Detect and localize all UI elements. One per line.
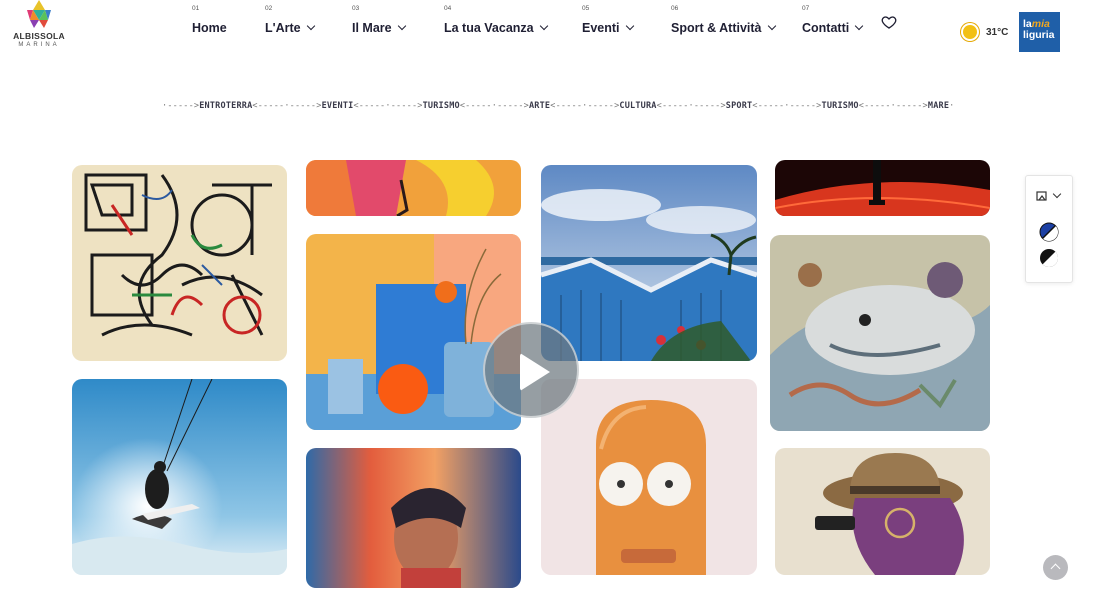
chevron-down-icon [1052,189,1062,199]
gallery-tile-still-life[interactable] [306,234,521,430]
gallery-tile-beach-cabins[interactable] [541,165,757,361]
purple-hat-character-image [775,448,990,575]
nav-number: 02 [265,5,273,12]
gallery-tile-red-figure[interactable] [775,160,990,216]
contrast-dark-icon[interactable] [1039,248,1059,268]
orange-character-image [541,379,757,575]
chevron-down-icon [767,21,776,31]
nav-number: 06 [671,5,679,12]
nav-number: 03 [352,5,360,12]
ticker-item[interactable]: TURISMO [423,101,460,111]
ticker-item[interactable]: TURISMO [822,101,859,111]
fashion-yellow-image [306,160,521,216]
gallery-tile-hat-character[interactable] [775,448,990,575]
nav-number: 04 [444,5,452,12]
scroll-to-top-button[interactable] [1043,555,1068,580]
ticker-item[interactable]: ENTROTERRA [199,101,252,111]
chevron-down-icon [854,21,864,31]
ticker-item[interactable]: CULTURA [619,101,656,111]
chevron-down-icon [539,21,548,31]
partner-liguria: liguria [1023,29,1055,41]
nav-label: Contatti [802,21,850,35]
nav-label: Sport & Attività [671,21,762,35]
brand-name: ALBISSOLA [13,31,65,41]
ticker-item[interactable]: EVENTI [322,101,354,111]
gallery-tile-kitesurfer[interactable] [72,379,287,575]
nav-number: 05 [582,5,590,12]
ticker-item[interactable]: ARTE [529,101,550,111]
chevron-down-icon [306,21,315,31]
category-ticker: ·-----> ENTROTERRA <-----·-----> EVENTI … [162,101,955,111]
sea-mural-image [770,235,990,431]
nav-label: La tua Vacanza [444,21,534,35]
gallery-tile-sea-mural[interactable] [770,235,990,431]
ticker-item[interactable]: SPORT [726,101,753,111]
accessibility-icon [1036,191,1047,201]
nav-number: 07 [802,5,810,12]
logo-text: ALBISSOLA MARINA [10,32,68,50]
nav-label: Il Mare [352,21,392,35]
beach-cabins-image [541,165,757,361]
gallery-tile-fashion[interactable] [306,160,521,216]
contrast-dark-blue-icon[interactable] [1039,222,1059,242]
accessibility-widget [1025,175,1073,283]
chevron-down-icon [625,21,634,31]
site-logo[interactable]: ALBISSOLA MARINA [10,0,68,52]
brand-sub: MARINA [18,42,60,48]
logo-mark-icon [27,0,51,28]
ticker-item[interactable]: MARE [928,101,949,111]
nav-label: Eventi [582,21,620,35]
gallery-tile-portrait[interactable] [306,448,521,588]
nav-label: Home [192,21,227,35]
chevron-down-icon [397,21,406,31]
pastel-still-life-image [306,234,521,430]
nav-label: L'Arte [265,21,301,35]
abstract-painting-image [72,165,287,361]
blurred-portrait-image [306,448,521,588]
temperature: 31°C [986,26,1009,38]
gallery-tile-abstract-painting[interactable] [72,165,287,361]
gallery-tile-orange-character[interactable] [541,379,757,575]
accessibility-toggle[interactable] [1036,188,1066,204]
heart-icon[interactable] [881,14,897,30]
red-figure-image [775,160,990,216]
sun-icon [963,25,977,39]
play-video-button[interactable] [483,322,579,418]
weather-widget: 31°C [963,25,1008,39]
nav-number: 01 [192,5,200,12]
kitesurfer-image [72,379,287,575]
la-mia-liguria-logo[interactable]: lamia liguria [1019,12,1060,52]
